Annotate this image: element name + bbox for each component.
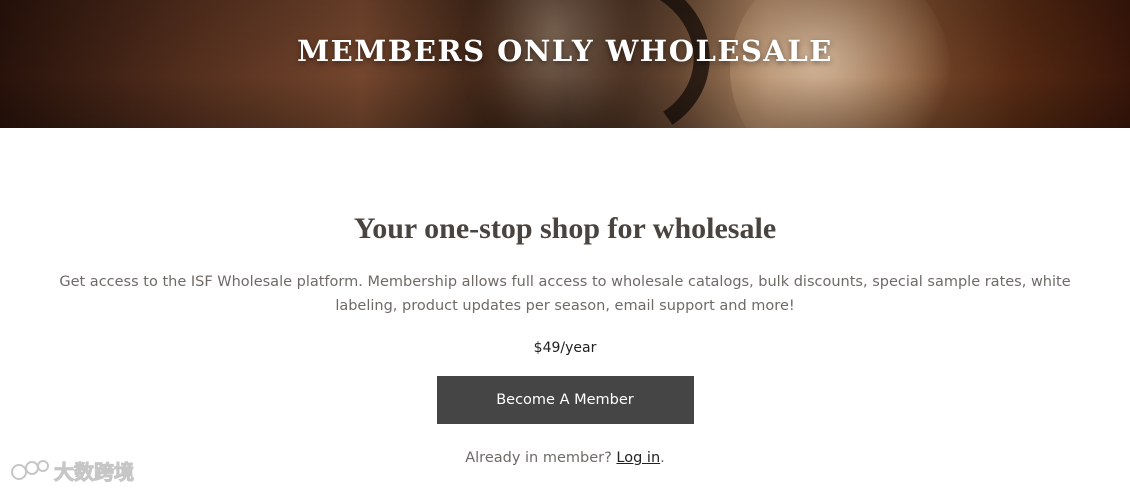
login-link[interactable]: Log in	[616, 450, 660, 466]
hero-title: MEMBERS ONLY WHOLESALE	[297, 34, 833, 68]
membership-description: Get access to the ISF Wholesale platform…	[59, 274, 1071, 314]
main-content: Your one-stop shop for wholesale Get acc…	[0, 128, 1130, 466]
login-prompt-suffix: .	[660, 450, 665, 466]
watermark: 大数跨境	[10, 456, 135, 485]
login-prompt-text: Already in member?	[465, 450, 617, 466]
page-heading: Your one-stop shop for wholesale	[353, 212, 777, 245]
hero-banner: MEMBERS ONLY WHOLESALE	[0, 0, 1130, 128]
login-prompt: Already in member? Log in.	[0, 450, 1130, 466]
become-member-button[interactable]: Become A Member	[436, 376, 694, 424]
membership-price: $49/year	[533, 340, 597, 356]
logo-mark-icon	[11, 459, 49, 480]
watermark-text: 大数跨境	[54, 460, 135, 485]
